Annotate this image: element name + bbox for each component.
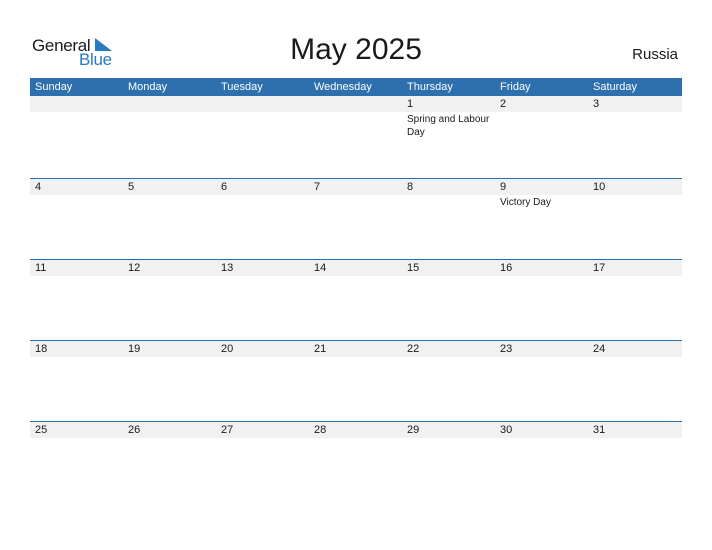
day-cell: 26 [123, 422, 216, 502]
day-cell: 31 [588, 422, 681, 502]
weekday-header: Sunday Monday Tuesday Wednesday Thursday Frid… [30, 78, 682, 96]
day-cell: 24 [588, 341, 681, 421]
day-number: 9 [500, 181, 507, 193]
day-number: 2 [500, 98, 507, 110]
day-cell: 12 [123, 260, 216, 340]
day-cell: 2 [495, 96, 588, 176]
day-cell: 7 [309, 179, 402, 259]
day-number: 22 [407, 343, 420, 355]
day-cell: 28 [309, 422, 402, 502]
day-number: 21 [314, 343, 327, 355]
day-number: 26 [128, 424, 141, 436]
day-cell: 1 Spring and Labour Day [402, 96, 495, 176]
day-number: 5 [128, 181, 135, 193]
day-cell: 29 [402, 422, 495, 502]
day-cell: 27 [216, 422, 309, 502]
day-number: 14 [314, 262, 327, 274]
weekday-saturday: Saturday [593, 81, 638, 93]
day-number: 16 [500, 262, 513, 274]
day-cell: 13 [216, 260, 309, 340]
day-number: 18 [35, 343, 48, 355]
week-row: 18 19 20 21 22 23 24 [30, 340, 682, 422]
weekday-thursday: Thursday [407, 81, 453, 93]
day-cell: 3 [588, 96, 681, 176]
day-number: 10 [593, 181, 606, 193]
day-number [128, 96, 216, 112]
day-number: 13 [221, 262, 234, 274]
day-cell: 23 [495, 341, 588, 421]
day-number: 20 [221, 343, 234, 355]
week-row: 25 26 27 28 29 30 31 [30, 421, 682, 503]
day-number: 24 [593, 343, 606, 355]
weekday-sunday: Sunday [35, 81, 73, 93]
weekday-monday: Monday [128, 81, 168, 93]
day-number: 8 [407, 181, 414, 193]
week-row: 1 Spring and Labour Day 2 3 [30, 96, 682, 177]
day-number: 15 [407, 262, 420, 274]
day-number: 7 [314, 181, 321, 193]
day-cell: 18 [30, 341, 123, 421]
day-cell: 17 [588, 260, 681, 340]
day-cell: 16 [495, 260, 588, 340]
day-cell: 6 [216, 179, 309, 259]
day-cell: 5 [123, 179, 216, 259]
day-cell: 20 [216, 341, 309, 421]
day-number: 12 [128, 262, 141, 274]
day-cell [309, 96, 402, 176]
day-number [314, 96, 402, 112]
day-number: 30 [500, 424, 513, 436]
day-cell: 8 [402, 179, 495, 259]
day-cell: 22 [402, 341, 495, 421]
day-cell: 4 [30, 179, 123, 259]
day-cell: 10 [588, 179, 681, 259]
week-row: 11 12 13 14 15 16 17 [30, 259, 682, 341]
country-label: Russia [632, 46, 678, 63]
day-number: 27 [221, 424, 234, 436]
day-number: 25 [35, 424, 48, 436]
day-cell [216, 96, 309, 176]
day-number: 1 [407, 98, 414, 110]
week-row: 4 5 6 7 8 9 Victory Day 10 [30, 178, 682, 260]
day-cell: 15 [402, 260, 495, 340]
day-cell [30, 96, 123, 176]
day-number: 28 [314, 424, 327, 436]
day-cell: 21 [309, 341, 402, 421]
day-number [221, 96, 309, 112]
holiday-label: Spring and Labour Day [407, 114, 490, 138]
day-cell: 19 [123, 341, 216, 421]
weekday-tuesday: Tuesday [221, 81, 263, 93]
day-number: 17 [593, 262, 606, 274]
day-cell: 9 Victory Day [495, 179, 588, 259]
day-cell [123, 96, 216, 176]
weekday-wednesday: Wednesday [314, 81, 372, 93]
day-number: 4 [35, 181, 42, 193]
day-number: 19 [128, 343, 141, 355]
day-number: 11 [35, 262, 47, 274]
day-number: 3 [593, 98, 600, 110]
holiday-label: Victory Day [500, 197, 551, 208]
day-cell: 11 [30, 260, 123, 340]
page-title: May 2025 [290, 33, 422, 66]
weekday-friday: Friday [500, 81, 531, 93]
day-number: 6 [221, 181, 228, 193]
day-cell: 14 [309, 260, 402, 340]
day-number: 29 [407, 424, 420, 436]
day-number: 23 [500, 343, 513, 355]
day-number: 31 [593, 424, 606, 436]
day-number [35, 96, 123, 112]
day-cell: 30 [495, 422, 588, 502]
day-cell: 25 [30, 422, 123, 502]
